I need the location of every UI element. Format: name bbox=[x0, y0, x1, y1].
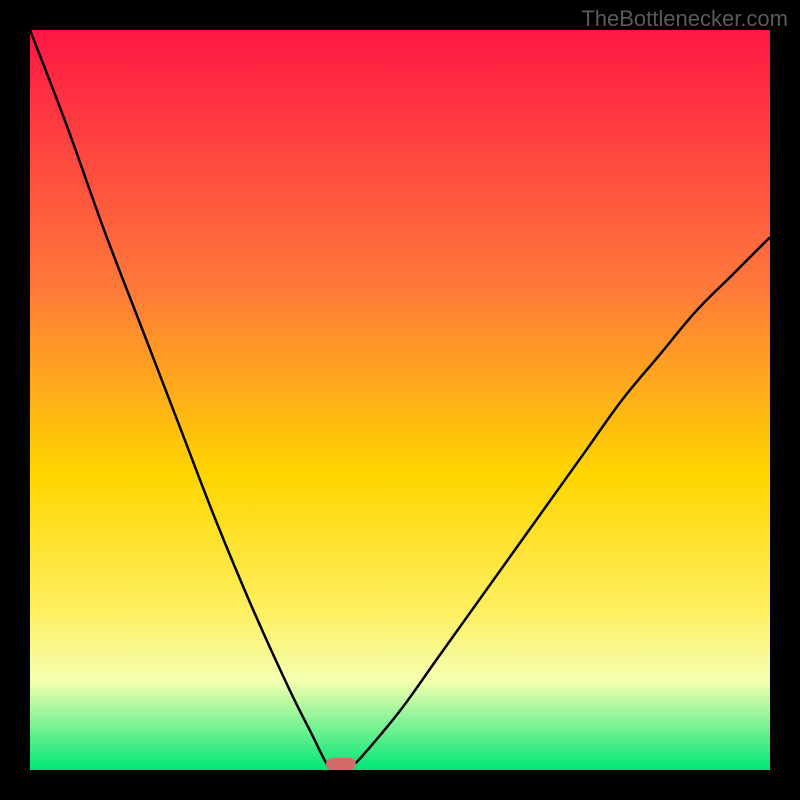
curve-right-branch bbox=[348, 237, 770, 770]
curve-layer bbox=[30, 30, 770, 770]
watermark-text: TheBottlenecker.com bbox=[581, 6, 788, 32]
plot-area bbox=[30, 30, 770, 770]
curve-left-branch bbox=[30, 30, 333, 770]
optimal-marker bbox=[326, 758, 356, 770]
